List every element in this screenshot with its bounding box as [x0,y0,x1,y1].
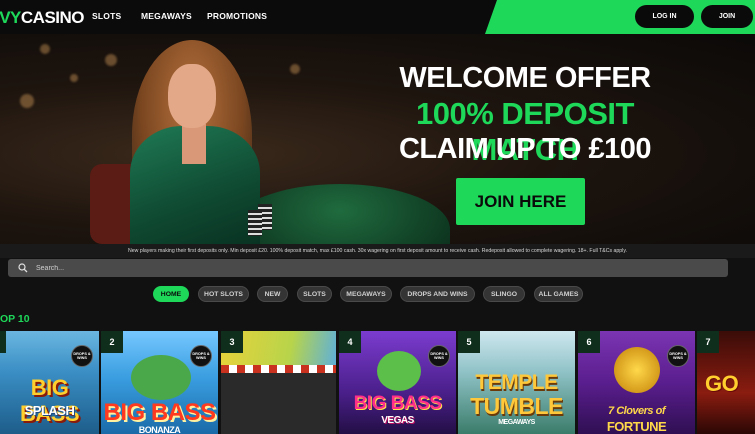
rank-badge [0,331,6,353]
game-subtitle: TUMBLE [470,393,563,419]
join-button[interactable]: JOIN [701,5,753,28]
rank-badge: 5 [458,331,480,353]
chip-stack [248,210,262,236]
bokeh-light [290,64,300,74]
hero-banner: WELCOME OFFER 100% DEPOSIT MATCH CLAIM U… [0,34,755,244]
game-title: BIG BASS [103,399,216,426]
game-tile[interactable]: 2 DROPS & WINS BIG BASS BONANZA [101,331,218,434]
game-subtitle: VEGAS [381,415,414,426]
hero-claim: CLAIM UP TO £100 [398,133,652,165]
game-megaways-label: MEGAWAYS [498,419,535,426]
drops-and-wins-badge: DROPS & WINS [428,345,450,367]
game-subtitle: BONANZA [138,425,181,434]
filter-hot-slots[interactable]: HOT SLOTS [198,286,249,302]
top-games-row: DROPS & WINS BIG BASS SPLASH 2 DROPS & W… [0,331,755,434]
bokeh-light [105,54,117,66]
filter-slots[interactable]: SLOTS [297,286,332,302]
join-here-button[interactable]: JOIN HERE [456,178,585,225]
game-title: GO [705,371,739,396]
game-tile[interactable]: 3 [221,331,336,434]
top-navigation-bar: IVYCASINO SLOTS MEGAWAYS PROMOTIONS LOG … [0,0,755,34]
filter-home[interactable]: HOME [153,286,189,302]
section-title-top-10: OP 10 [0,313,30,325]
bokeh-light [40,44,50,54]
nav-slots[interactable]: SLOTS [92,11,121,21]
terms-text: New players making their first deposits … [0,244,755,258]
pot-of-gold-illustration [614,347,660,393]
login-button[interactable]: LOG IN [635,5,694,28]
fish-illustration [131,355,191,400]
filter-drops-and-wins[interactable]: DROPS AND WINS [400,286,475,302]
game-title: 7 Clovers of [608,405,665,417]
game-title: TEMPLE [475,371,558,394]
hero-model-neck [182,124,206,164]
game-subtitle: SPLASH [24,403,75,418]
drops-and-wins-badge: DROPS & WINS [667,345,689,367]
rank-badge: 3 [221,331,243,353]
rank-badge: 4 [339,331,361,353]
bokeh-light [20,94,34,108]
search-icon [18,263,28,273]
rank-badge: 6 [578,331,600,353]
hero-model-face [168,64,216,128]
bokeh-light [70,74,78,82]
rank-badge: 2 [101,331,123,353]
site-logo[interactable]: IVYCASINO [0,8,85,28]
game-tile[interactable]: 7 GO [697,331,755,434]
search-input[interactable] [36,259,716,277]
fish-illustration [377,351,421,391]
filter-all-games[interactable]: ALL GAMES [534,286,583,302]
filter-megaways[interactable]: MEGAWAYS [340,286,392,302]
filter-slingo[interactable]: SLINGO [483,286,525,302]
game-title: BIG BASS [19,375,80,426]
rank-badge: 7 [697,331,719,353]
search-bar [8,259,728,277]
logo-prefix: IVY [0,8,21,27]
category-filters: HOME HOT SLOTS NEW SLOTS MEGAWAYS DROPS … [0,286,755,302]
nav-megaways[interactable]: MEGAWAYS [141,11,192,21]
drops-and-wins-badge: DROPS & WINS [71,345,93,367]
game-tile[interactable]: 6 DROPS & WINS 7 Clovers of FORTUNE [578,331,695,434]
game-title: BIG BASS [353,393,442,414]
hero-headline: WELCOME OFFER [399,62,651,94]
nav-promotions[interactable]: PROMOTIONS [207,11,267,21]
logo-suffix: CASINO [20,8,85,27]
game-artwork-awning [221,365,336,373]
game-tile[interactable]: 4 DROPS & WINS BIG BASS VEGAS [339,331,456,434]
drops-and-wins-badge: DROPS & WINS [190,345,212,367]
game-tile[interactable]: DROPS & WINS BIG BASS SPLASH [0,331,99,434]
game-subtitle: FORTUNE [606,419,667,434]
game-tile[interactable]: 5 TEMPLE TUMBLE MEGAWAYS [458,331,575,434]
filter-new[interactable]: NEW [257,286,288,302]
